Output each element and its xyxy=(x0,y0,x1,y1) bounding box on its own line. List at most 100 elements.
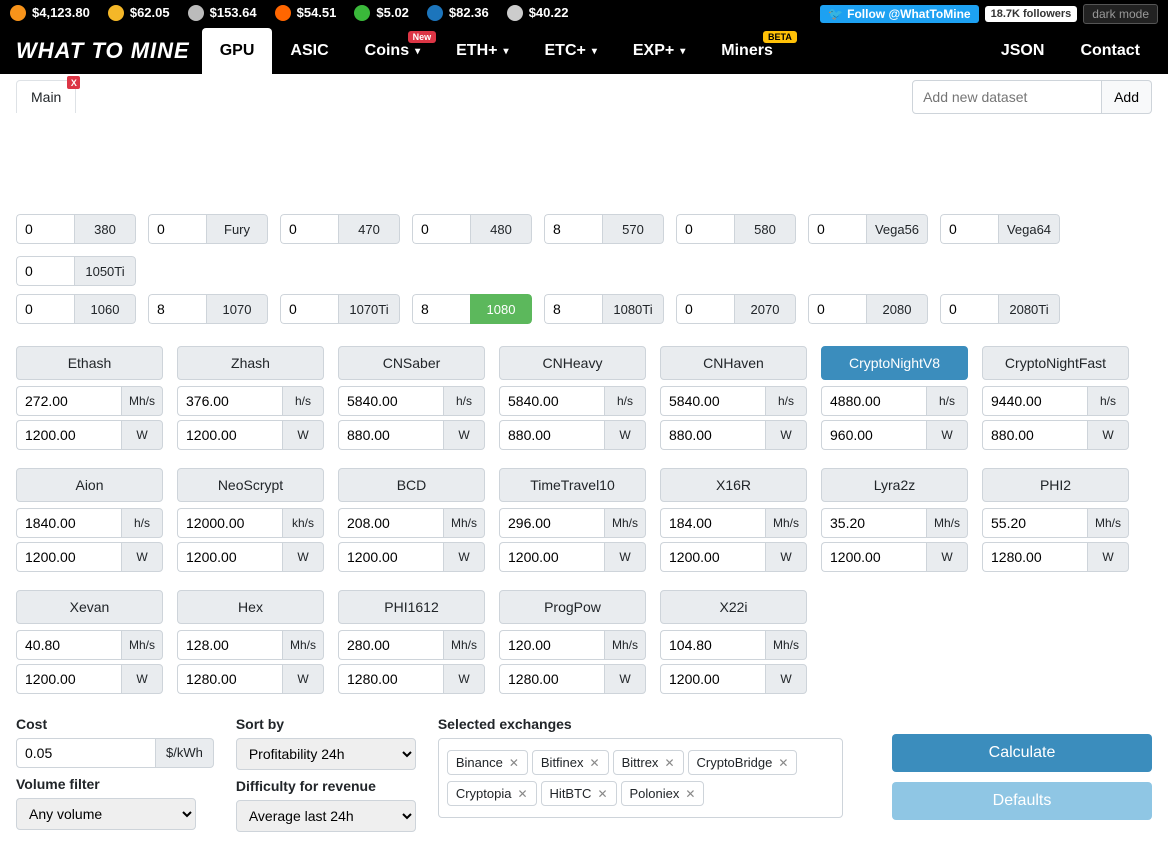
defaults-button[interactable]: Defaults xyxy=(892,782,1152,820)
gpu-label-button[interactable]: 1050Ti xyxy=(74,256,136,286)
gpu-count-input[interactable] xyxy=(544,294,602,324)
algo-header-button[interactable]: PHI1612 xyxy=(338,590,485,624)
power-input[interactable] xyxy=(177,420,282,450)
gpu-count-input[interactable] xyxy=(16,294,74,324)
gpu-count-input[interactable] xyxy=(412,294,470,324)
gpu-label-button[interactable]: 1080Ti xyxy=(602,294,664,324)
hashrate-input[interactable] xyxy=(177,386,282,416)
nav-miners[interactable]: Miners BETA xyxy=(703,28,791,74)
brand-logo[interactable]: WHAT TO MINE xyxy=(10,28,202,74)
sort-select[interactable]: Profitability 24h xyxy=(236,738,416,770)
hashrate-input[interactable] xyxy=(499,386,604,416)
gpu-count-input[interactable] xyxy=(412,214,470,244)
algo-header-button[interactable]: PHI2 xyxy=(982,468,1129,502)
ticker-ltc[interactable]: $153.64 xyxy=(188,5,257,21)
gpu-label-button[interactable]: 2070 xyxy=(734,294,796,324)
hashrate-input[interactable] xyxy=(821,386,926,416)
hashrate-input[interactable] xyxy=(982,508,1087,538)
algo-header-button[interactable]: CNHeavy xyxy=(499,346,646,380)
gpu-label-button[interactable]: 2080 xyxy=(866,294,928,324)
ticker-dash[interactable]: $82.36 xyxy=(427,5,489,21)
nav-etc[interactable]: ETC+ ▾ xyxy=(527,28,615,74)
power-input[interactable] xyxy=(338,542,443,572)
power-input[interactable] xyxy=(177,664,282,694)
power-input[interactable] xyxy=(16,420,121,450)
gpu-label-button[interactable]: Fury xyxy=(206,214,268,244)
power-input[interactable] xyxy=(499,542,604,572)
nav-gpu[interactable]: GPU xyxy=(202,28,273,74)
algo-header-button[interactable]: Aion xyxy=(16,468,163,502)
gpu-label-button[interactable]: 480 xyxy=(470,214,532,244)
hashrate-input[interactable] xyxy=(16,508,121,538)
ticker-grs[interactable]: $40.22 xyxy=(507,5,569,21)
hashrate-input[interactable] xyxy=(16,630,121,660)
hashrate-input[interactable] xyxy=(982,386,1087,416)
gpu-count-input[interactable] xyxy=(148,214,206,244)
gpu-count-input[interactable] xyxy=(544,214,602,244)
algo-header-button[interactable]: TimeTravel10 xyxy=(499,468,646,502)
power-input[interactable] xyxy=(660,542,765,572)
gpu-label-button[interactable]: 1080 xyxy=(470,294,532,324)
add-dataset-button[interactable]: Add xyxy=(1102,80,1152,114)
gpu-label-button[interactable]: 470 xyxy=(338,214,400,244)
hashrate-input[interactable] xyxy=(660,508,765,538)
gpu-label-button[interactable]: 570 xyxy=(602,214,664,244)
nav-asic[interactable]: ASIC xyxy=(272,28,346,74)
power-input[interactable] xyxy=(982,542,1087,572)
algo-header-button[interactable]: ProgPow xyxy=(499,590,646,624)
algo-header-button[interactable]: Ethash xyxy=(16,346,163,380)
hashrate-input[interactable] xyxy=(177,630,282,660)
hashrate-input[interactable] xyxy=(499,630,604,660)
algo-header-button[interactable]: NeoScrypt xyxy=(177,468,324,502)
difficulty-select[interactable]: Average last 24h xyxy=(236,800,416,832)
nav-exp[interactable]: EXP+ ▾ xyxy=(615,28,703,74)
exchange-tag-bitfinex[interactable]: Bitfinex✕ xyxy=(532,750,609,775)
algo-header-button[interactable]: Xevan xyxy=(16,590,163,624)
power-input[interactable] xyxy=(821,420,926,450)
ticker-xmr[interactable]: $54.51 xyxy=(275,5,337,21)
close-icon[interactable]: ✕ xyxy=(778,756,788,770)
hashrate-input[interactable] xyxy=(177,508,282,538)
ticker-btc[interactable]: $4,123.80 xyxy=(10,5,90,21)
gpu-count-input[interactable] xyxy=(676,214,734,244)
exchange-tag-poloniex[interactable]: Poloniex✕ xyxy=(621,781,705,806)
gpu-count-input[interactable] xyxy=(808,294,866,324)
power-input[interactable] xyxy=(338,420,443,450)
power-input[interactable] xyxy=(660,664,765,694)
hashrate-input[interactable] xyxy=(660,630,765,660)
algo-header-button[interactable]: CNHaven xyxy=(660,346,807,380)
close-icon[interactable]: ✕ xyxy=(685,787,695,801)
close-icon[interactable]: ✕ xyxy=(590,756,600,770)
exchange-tag-cryptopia[interactable]: Cryptopia✕ xyxy=(447,781,537,806)
algo-header-button[interactable]: Hex xyxy=(177,590,324,624)
gpu-label-button[interactable]: 1070Ti xyxy=(338,294,400,324)
power-input[interactable] xyxy=(499,420,604,450)
close-icon[interactable]: ✕ xyxy=(509,756,519,770)
hashrate-input[interactable] xyxy=(338,508,443,538)
power-input[interactable] xyxy=(982,420,1087,450)
algo-header-button[interactable]: BCD xyxy=(338,468,485,502)
gpu-count-input[interactable] xyxy=(280,214,338,244)
gpu-label-button[interactable]: Vega56 xyxy=(866,214,928,244)
gpu-count-input[interactable] xyxy=(940,294,998,324)
nav-coins[interactable]: Coins ▾ New xyxy=(347,28,438,74)
gpu-count-input[interactable] xyxy=(16,256,74,286)
gpu-label-button[interactable]: 1070 xyxy=(206,294,268,324)
gpu-count-input[interactable] xyxy=(280,294,338,324)
power-input[interactable] xyxy=(177,542,282,572)
cost-input[interactable] xyxy=(16,738,156,768)
close-icon[interactable]: ✕ xyxy=(664,756,674,770)
power-input[interactable] xyxy=(16,542,121,572)
nav-json[interactable]: JSON xyxy=(983,28,1063,74)
algo-header-button[interactable]: X22i xyxy=(660,590,807,624)
close-icon[interactable]: ✕ xyxy=(517,787,527,801)
power-input[interactable] xyxy=(660,420,765,450)
gpu-label-button[interactable]: 380 xyxy=(74,214,136,244)
gpu-label-button[interactable]: 2080Ti xyxy=(998,294,1060,324)
power-input[interactable] xyxy=(499,664,604,694)
ticker-zec[interactable]: $62.05 xyxy=(108,5,170,21)
hashrate-input[interactable] xyxy=(338,630,443,660)
dataset-tab-main[interactable]: Main X xyxy=(16,80,76,113)
calculate-button[interactable]: Calculate xyxy=(892,734,1152,772)
algo-header-button[interactable]: CryptoNightFast xyxy=(982,346,1129,380)
